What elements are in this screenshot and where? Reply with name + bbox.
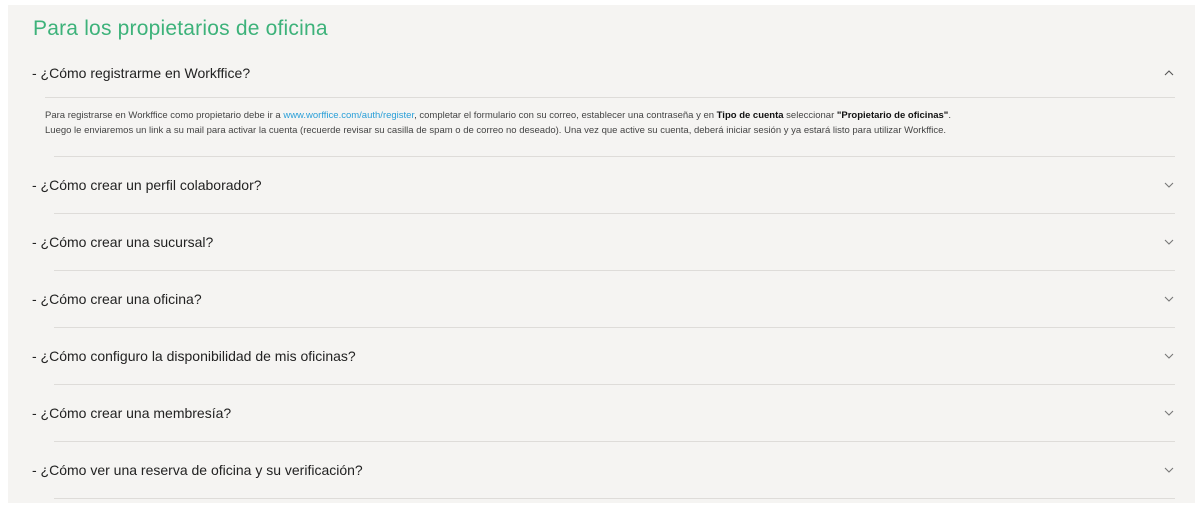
faq-list: - ¿Cómo registrarme en Workffice? Para r…: [32, 49, 1175, 499]
faq-panel: Para los propietarios de oficina - ¿Cómo…: [8, 5, 1195, 503]
answer-text-4: .: [948, 110, 951, 121]
faq-question-button[interactable]: - ¿Cómo configuro la disponibilidad de m…: [32, 328, 1175, 384]
faq-item: - ¿Cómo crear una membresía?: [32, 385, 1175, 442]
faq-item: - ¿Cómo crear una oficina?: [32, 271, 1175, 328]
faq-question-button[interactable]: - ¿Cómo registrarme en Workffice?: [32, 49, 1175, 97]
register-link[interactable]: www.worffice.com/auth/register: [283, 110, 414, 121]
faq-question-text: - ¿Cómo crear una sucursal?: [32, 234, 214, 250]
faq-question-button[interactable]: - ¿Cómo crear una sucursal?: [32, 214, 1175, 270]
faq-question-button[interactable]: - ¿Cómo crear un perfil colaborador?: [32, 157, 1175, 213]
faq-question-button[interactable]: - ¿Cómo crear una oficina?: [32, 271, 1175, 327]
faq-question-button[interactable]: - ¿Cómo crear una membresía?: [32, 385, 1175, 441]
faq-answer: Para registrarse en Workffice como propi…: [45, 97, 1175, 156]
answer-text-1: Para registrarse en Workffice como propi…: [45, 110, 284, 121]
faq-item: - ¿Cómo crear un perfil colaborador?: [32, 157, 1175, 214]
faq-item-registrarme: - ¿Cómo registrarme en Workffice? Para r…: [32, 49, 1175, 157]
faq-question-text: - ¿Cómo registrarme en Workffice?: [32, 65, 251, 81]
faq-question-text: - ¿Cómo ver una reserva de oficina y su …: [32, 462, 363, 478]
chevron-down-icon: [1164, 239, 1174, 245]
faq-question-text: - ¿Cómo crear una oficina?: [32, 291, 202, 307]
answer-text-3: seleccionar: [783, 110, 837, 121]
answer-text-2: , completar el formulario con su correo,…: [414, 110, 717, 121]
chevron-up-icon: [1164, 70, 1174, 76]
chevron-down-icon: [1164, 467, 1174, 473]
faq-answer-line-2: Luego le enviaremos un link a su mail pa…: [45, 125, 947, 136]
chevron-down-icon: [1164, 296, 1174, 302]
answer-bold-account-type: Tipo de cuenta: [716, 110, 784, 121]
faq-answer-line-1: Para registrarse en Workffice como propi…: [45, 108, 1175, 123]
faq-item: - ¿Cómo configuro la disponibilidad de m…: [32, 328, 1175, 385]
faq-item: - ¿Cómo ver una reserva de oficina y su …: [32, 442, 1175, 499]
faq-item: - ¿Cómo crear una sucursal?: [32, 214, 1175, 271]
faq-question-text: - ¿Cómo configuro la disponibilidad de m…: [32, 348, 356, 364]
faq-question-button[interactable]: - ¿Cómo ver una reserva de oficina y su …: [32, 442, 1175, 498]
faq-question-text: - ¿Cómo crear una membresía?: [32, 405, 232, 421]
answer-bold-owner: "Propietario de oficinas": [836, 110, 949, 121]
faq-question-text: - ¿Cómo crear un perfil colaborador?: [32, 177, 262, 193]
chevron-down-icon: [1164, 410, 1174, 416]
chevron-down-icon: [1164, 353, 1174, 359]
section-title: Para los propietarios de oficina: [33, 17, 328, 40]
chevron-down-icon: [1164, 182, 1174, 188]
